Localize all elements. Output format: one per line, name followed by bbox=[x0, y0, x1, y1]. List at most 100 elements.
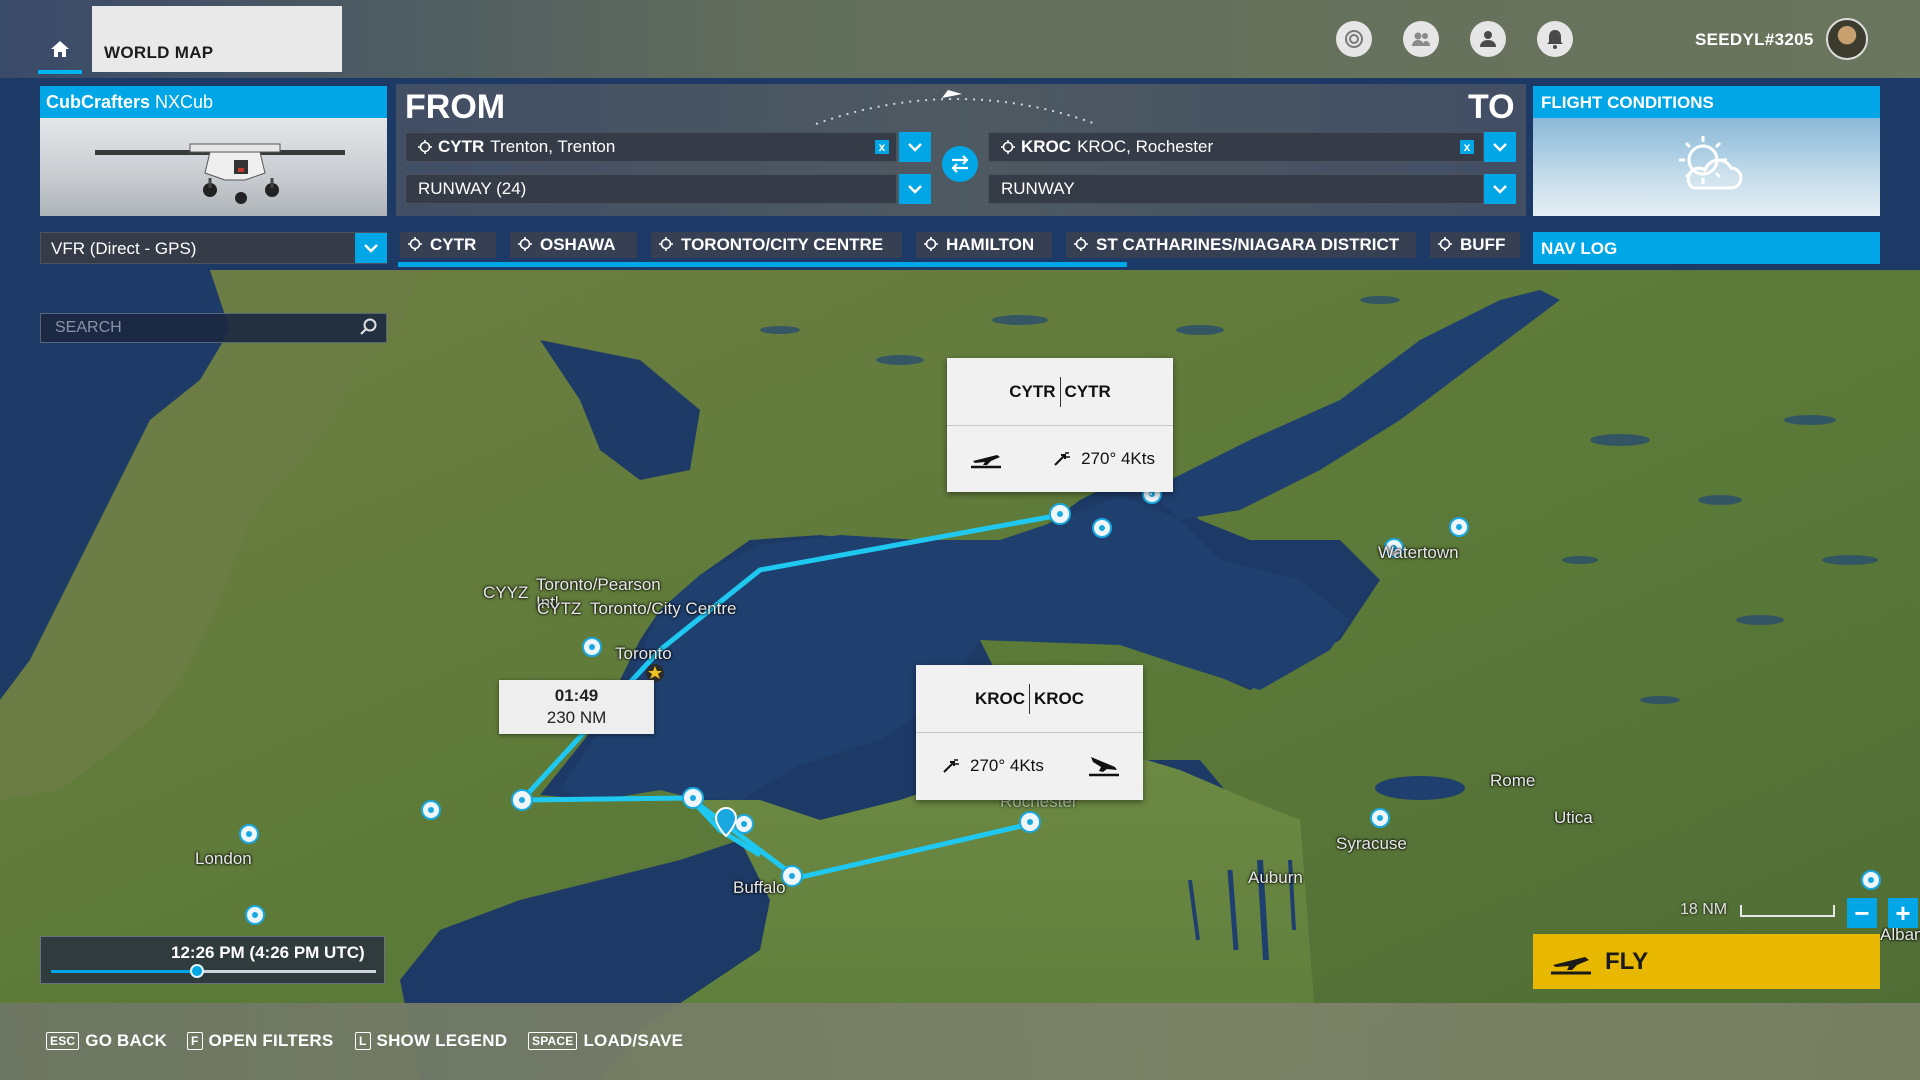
time-slider-knob[interactable] bbox=[190, 964, 205, 978]
tab-world-map[interactable]: WORLD MAP bbox=[92, 6, 342, 72]
departure-runway-field[interactable]: RUNWAY (24) bbox=[405, 174, 897, 204]
map-label-watertown: Watertown bbox=[1378, 543, 1459, 562]
departure-runway-dropdown-button[interactable] bbox=[899, 174, 931, 204]
partly-cloudy-icon bbox=[1679, 136, 1743, 190]
time-slider[interactable] bbox=[51, 964, 376, 978]
chevron-down-icon bbox=[364, 244, 378, 253]
popup-header: KROC KROC bbox=[916, 665, 1143, 733]
notifications-icon bbox=[1547, 30, 1563, 49]
waypoints-scroll-bar[interactable] bbox=[398, 262, 1128, 267]
key-esc: ESC bbox=[46, 1032, 80, 1050]
to-label: TO bbox=[1468, 88, 1515, 126]
key-space: SPACE bbox=[528, 1032, 578, 1050]
nav-log-button[interactable]: NAV LOG bbox=[1533, 232, 1880, 264]
map-scale-bar bbox=[1740, 905, 1835, 917]
chevron-down-icon bbox=[908, 185, 922, 194]
waypoint-tab[interactable]: TORONTO/CITY CENTRE bbox=[651, 232, 902, 258]
waypoint-tab[interactable]: ST CATHARINES/NIAGARA DISTRICT bbox=[1066, 232, 1416, 258]
live-button[interactable] bbox=[1336, 21, 1372, 57]
map-scale-label: 18 NM bbox=[1680, 901, 1728, 918]
popup-body: 270° 4Kts bbox=[947, 426, 1173, 492]
aircraft-model: NXCub bbox=[155, 92, 214, 112]
landing-icon bbox=[1089, 757, 1119, 777]
airport-icon bbox=[1001, 140, 1015, 154]
popup-code: CYTR bbox=[1009, 381, 1056, 401]
hint-go-back[interactable]: ESC GO BACK bbox=[46, 1031, 167, 1051]
zoom-in-button[interactable]: + bbox=[1888, 898, 1918, 928]
popup-header: CYTR CYTR bbox=[947, 358, 1173, 426]
notifications-button[interactable] bbox=[1537, 21, 1573, 57]
arrival-code: KROC bbox=[1021, 137, 1072, 156]
arrival-runway: RUNWAY bbox=[1001, 179, 1075, 198]
map-label-rome: Rome bbox=[1490, 771, 1536, 790]
hint-open-filters[interactable]: F OPEN FILTERS bbox=[187, 1031, 333, 1051]
waypoint-label: TORONTO/CITY CENTRE bbox=[681, 235, 884, 254]
aircraft-brand: CubCrafters bbox=[46, 92, 151, 112]
profile-icon bbox=[1480, 31, 1496, 47]
time-slider-fill bbox=[51, 970, 198, 973]
aircraft-card[interactable]: CubCrafters NXCub bbox=[40, 86, 387, 216]
waypoint-label: CYTR bbox=[430, 235, 477, 254]
airport-icon bbox=[1438, 237, 1452, 251]
time-label: 12:26 PM (4:26 PM UTC) bbox=[171, 943, 365, 962]
takeoff-icon bbox=[971, 455, 1001, 469]
friends-button[interactable] bbox=[1403, 21, 1439, 57]
departure-runway: RUNWAY (24) bbox=[418, 179, 527, 198]
wind-icon bbox=[1054, 452, 1071, 466]
swap-airports-button[interactable] bbox=[942, 146, 978, 182]
waypoint-tab[interactable]: BUFF bbox=[1430, 232, 1520, 258]
hint-show-legend[interactable]: L SHOW LEGEND bbox=[355, 1031, 507, 1051]
airport-icon bbox=[1074, 237, 1088, 251]
popup-body: 270° 4Kts bbox=[916, 733, 1143, 799]
arrival-airport-field[interactable]: KROC KROC, Rochester bbox=[988, 132, 1484, 162]
flight-plan-type-select[interactable]: VFR (Direct - GPS) bbox=[40, 232, 387, 264]
airplane-icon bbox=[95, 143, 345, 204]
waypoint-label: OSHAWA bbox=[540, 235, 616, 254]
waypoint-tab[interactable]: HAMILTON bbox=[916, 232, 1052, 258]
zoom-out-button[interactable]: − bbox=[1847, 898, 1877, 928]
waypoint-tab[interactable]: OSHAWA bbox=[510, 232, 637, 258]
key-l: L bbox=[355, 1032, 371, 1050]
leg-info-box: 01:49 230 NM bbox=[499, 680, 654, 734]
profile-button[interactable] bbox=[1470, 21, 1506, 57]
clear-arrival-button[interactable]: x bbox=[1460, 140, 1474, 154]
flight-conditions-card[interactable]: FLIGHT CONDITIONS bbox=[1533, 86, 1880, 216]
arrival-runway-dropdown-button[interactable] bbox=[1484, 174, 1516, 204]
map-label-london: London bbox=[195, 849, 252, 868]
departure-airport-popup[interactable]: CYTR CYTR 270° 4Kts bbox=[947, 358, 1173, 492]
hint-load-save[interactable]: SPACE LOAD/SAVE bbox=[528, 1031, 683, 1051]
map-label-auburn: Auburn bbox=[1248, 868, 1303, 887]
leg-distance: 230 NM bbox=[546, 708, 607, 727]
time-of-day-panel: 12:26 PM (4:26 PM UTC) bbox=[40, 936, 385, 984]
popup-code-alt: KROC bbox=[1034, 688, 1085, 708]
flight-conditions-title: FLIGHT CONDITIONS bbox=[1533, 86, 1880, 118]
arrival-airport-popup[interactable]: KROC KROC 270° 4Kts bbox=[916, 665, 1143, 800]
home-icon bbox=[51, 41, 69, 57]
map-label-cytz: CYTZ bbox=[537, 599, 582, 618]
airport-icon bbox=[518, 237, 532, 251]
arrival-dropdown-button[interactable] bbox=[1484, 132, 1516, 162]
search-input[interactable]: SEARCH bbox=[40, 313, 387, 343]
hint-label: SHOW LEGEND bbox=[376, 1031, 508, 1050]
home-button[interactable] bbox=[38, 34, 82, 74]
clear-departure-button[interactable]: x bbox=[875, 140, 889, 154]
departure-dropdown-button[interactable] bbox=[899, 132, 931, 162]
flight-plan-dropdown-button[interactable] bbox=[355, 233, 387, 263]
waypoint-tab[interactable]: CYTR bbox=[400, 232, 496, 258]
search-icon[interactable] bbox=[360, 318, 378, 336]
aircraft-title: CubCrafters NXCub bbox=[40, 86, 387, 118]
takeoff-icon bbox=[1551, 956, 1591, 974]
from-label: FROM bbox=[405, 88, 506, 126]
aircraft-image bbox=[40, 118, 387, 216]
airport-icon bbox=[924, 237, 938, 251]
arrival-runway-field[interactable]: RUNWAY bbox=[988, 174, 1484, 204]
departure-name: Trenton, Trenton bbox=[490, 137, 616, 156]
map-label-toronto: Toronto bbox=[615, 644, 672, 663]
username[interactable]: SEEDYL#3205 bbox=[1695, 30, 1814, 50]
avatar[interactable] bbox=[1826, 18, 1868, 60]
popup-wind: 270° 4Kts bbox=[970, 756, 1044, 775]
swap-icon bbox=[951, 155, 969, 173]
departure-airport-field[interactable]: CYTR Trenton, Trenton bbox=[405, 132, 897, 162]
fly-button[interactable]: FLY bbox=[1533, 934, 1880, 989]
chevron-down-icon bbox=[1493, 143, 1507, 152]
